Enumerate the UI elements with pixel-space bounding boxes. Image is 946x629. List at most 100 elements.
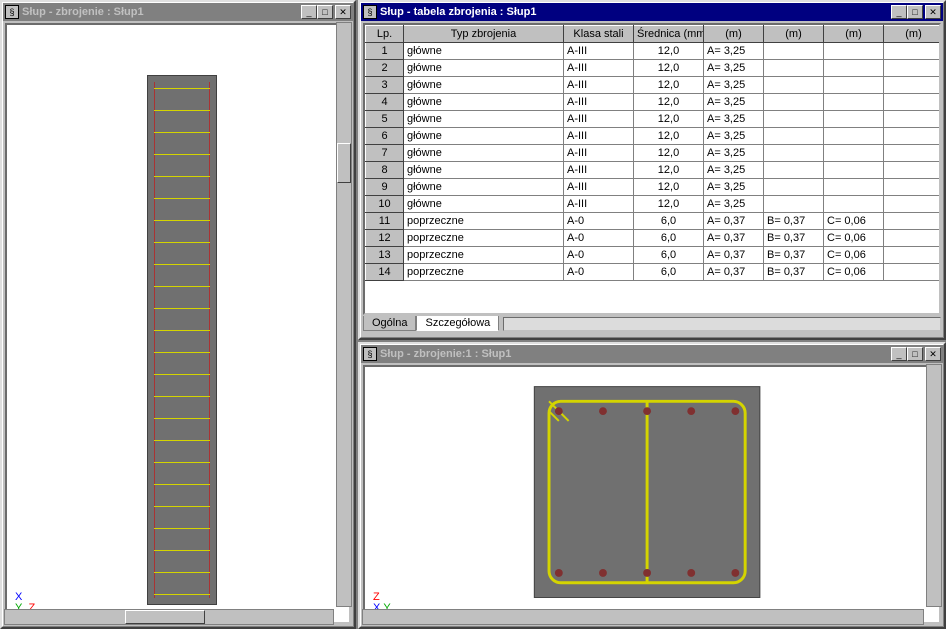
table-row[interactable]: 9główneA-III12,0A= 3,25 [366,179,942,196]
cell-m2[interactable] [764,145,824,162]
cell-typ[interactable]: poprzeczne [404,230,564,247]
cell-srednica[interactable]: 12,0 [634,179,704,196]
cell-typ[interactable]: główne [404,179,564,196]
cell-klasa[interactable]: A-0 [564,247,634,264]
cell-srednica[interactable]: 6,0 [634,247,704,264]
table-row[interactable]: 5główneA-III12,0A= 3,25 [366,111,942,128]
scrollbar-vertical[interactable] [336,22,352,607]
cell-klasa[interactable]: A-III [564,179,634,196]
cell-srednica[interactable]: 12,0 [634,60,704,77]
cell-klasa[interactable]: A-III [564,145,634,162]
tab-ogolna[interactable]: Ogólna [363,316,416,331]
cell-m4[interactable] [884,43,942,60]
table-row[interactable]: 4główneA-III12,0A= 3,25 [366,94,942,111]
cell-typ[interactable]: główne [404,60,564,77]
cell-m1[interactable]: A= 3,25 [704,77,764,94]
cell-typ[interactable]: poprzeczne [404,247,564,264]
cell-srednica[interactable]: 12,0 [634,162,704,179]
cell-m4[interactable] [884,230,942,247]
tab-scrollbar[interactable] [503,317,941,331]
cell-klasa[interactable]: A-III [564,196,634,213]
cell-klasa[interactable]: A-III [564,43,634,60]
cell-m3[interactable] [824,145,884,162]
cell-m4[interactable] [884,145,942,162]
cell-m3[interactable] [824,111,884,128]
cell-typ[interactable]: główne [404,128,564,145]
cell-m1[interactable]: A= 0,37 [704,247,764,264]
cell-klasa[interactable]: A-III [564,94,634,111]
cell-m1[interactable]: A= 3,25 [704,43,764,60]
maximize-button[interactable]: □ [907,347,923,361]
scrollbar-horizontal[interactable] [362,609,924,625]
cell-m4[interactable] [884,247,942,264]
cell-typ[interactable]: poprzeczne [404,264,564,281]
cell-m4[interactable] [884,196,942,213]
table-row[interactable]: 12poprzeczneA-06,0A= 0,37B= 0,37C= 0,06 [366,230,942,247]
cell-m4[interactable] [884,111,942,128]
cell-m3[interactable] [824,196,884,213]
table-row[interactable]: 13poprzeczneA-06,0A= 0,37B= 0,37C= 0,06 [366,247,942,264]
close-button[interactable]: ✕ [925,5,941,19]
cell-m4[interactable] [884,213,942,230]
cell-m2[interactable]: B= 0,37 [764,247,824,264]
table-row[interactable]: 6główneA-III12,0A= 3,25 [366,128,942,145]
cell-m2[interactable] [764,179,824,196]
row-header[interactable]: 13 [366,247,404,264]
cell-klasa[interactable]: A-0 [564,230,634,247]
cell-klasa[interactable]: A-0 [564,264,634,281]
cell-m1[interactable]: A= 0,37 [704,264,764,281]
cell-m3[interactable]: C= 0,06 [824,213,884,230]
cell-srednica[interactable]: 12,0 [634,145,704,162]
table-row[interactable]: 2główneA-III12,0A= 3,25 [366,60,942,77]
cell-m3[interactable]: C= 0,06 [824,264,884,281]
cell-m2[interactable]: B= 0,37 [764,264,824,281]
header-m2[interactable]: (m) [764,26,824,43]
cell-typ[interactable]: główne [404,145,564,162]
cell-m2[interactable] [764,77,824,94]
cell-klasa[interactable]: A-III [564,111,634,128]
table-row[interactable]: 14poprzeczneA-06,0A= 0,37B= 0,37C= 0,06 [366,264,942,281]
cell-m2[interactable] [764,60,824,77]
header-lp[interactable]: Lp. [366,26,404,43]
table-row[interactable]: 1główneA-III12,0A= 3,25 [366,43,942,60]
scrollbar-horizontal[interactable] [4,609,334,625]
cell-m3[interactable] [824,94,884,111]
minimize-button[interactable]: _ [891,347,907,361]
cell-m4[interactable] [884,162,942,179]
cell-m1[interactable]: A= 3,25 [704,60,764,77]
cell-srednica[interactable]: 6,0 [634,264,704,281]
header-m1[interactable]: (m) [704,26,764,43]
cell-srednica[interactable]: 12,0 [634,196,704,213]
cell-klasa[interactable]: A-III [564,77,634,94]
minimize-button[interactable]: _ [301,5,317,19]
cell-srednica[interactable]: 6,0 [634,230,704,247]
row-header[interactable]: 5 [366,111,404,128]
cell-m1[interactable]: A= 0,37 [704,213,764,230]
row-header[interactable]: 9 [366,179,404,196]
cell-m3[interactable]: C= 0,06 [824,247,884,264]
cell-m4[interactable] [884,128,942,145]
canvas-section[interactable]: Z X Y [363,365,941,624]
row-header[interactable]: 1 [366,43,404,60]
cell-m1[interactable]: A= 3,25 [704,179,764,196]
row-header[interactable]: 11 [366,213,404,230]
table-area[interactable]: Lp. Typ zbrojenia Klasa stali Średnica (… [363,23,941,315]
cell-m1[interactable]: A= 3,25 [704,162,764,179]
cell-m4[interactable] [884,77,942,94]
cell-typ[interactable]: główne [404,162,564,179]
cell-typ[interactable]: główne [404,196,564,213]
cell-m2[interactable] [764,94,824,111]
cell-m4[interactable] [884,60,942,77]
cell-typ[interactable]: główne [404,94,564,111]
row-header[interactable]: 12 [366,230,404,247]
cell-m2[interactable] [764,128,824,145]
table-row[interactable]: 10główneA-III12,0A= 3,25 [366,196,942,213]
cell-m3[interactable] [824,60,884,77]
cell-m1[interactable]: A= 3,25 [704,145,764,162]
cell-srednica[interactable]: 12,0 [634,43,704,60]
row-header[interactable]: 2 [366,60,404,77]
maximize-button[interactable]: □ [317,5,333,19]
row-header[interactable]: 14 [366,264,404,281]
close-button[interactable]: ✕ [335,5,351,19]
canvas-elevation[interactable]: X Y Z [5,23,351,624]
